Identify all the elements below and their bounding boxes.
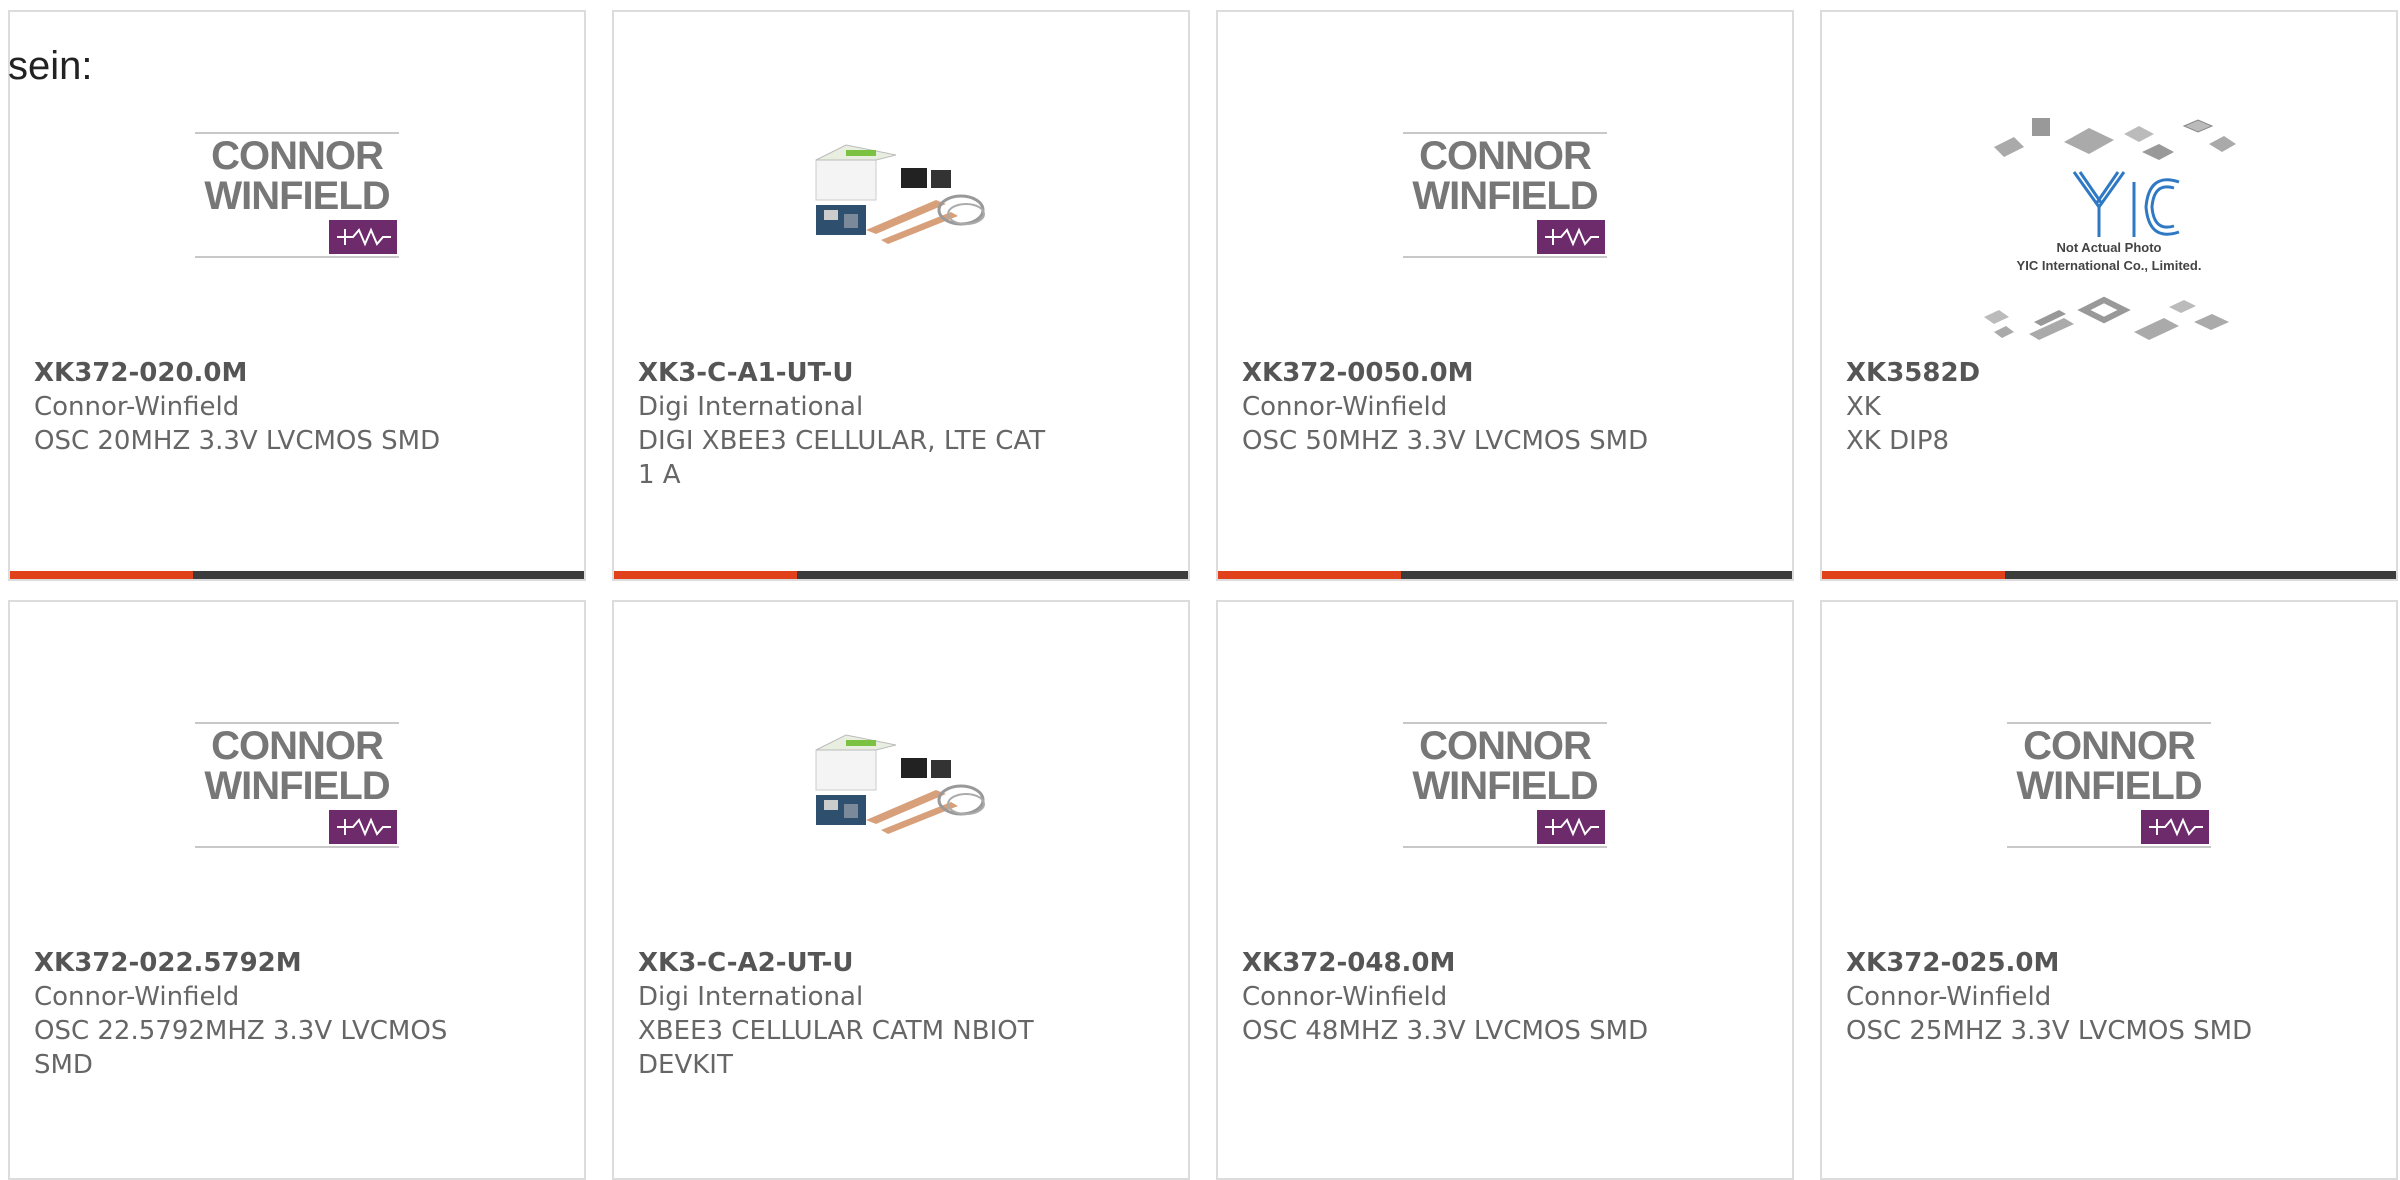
yic-placeholder-image: Not Actual Photo YIC International Co., … [1984, 118, 2236, 340]
card-bottom-bar [10, 571, 584, 579]
xbee-kit-photo [815, 144, 985, 244]
card-bottom-bar [614, 571, 1188, 579]
product-image[interactable]: CONNOR WINFIELD [1218, 112, 1792, 352]
connor-winfield-logo: CONNOR WINFIELD [2007, 722, 2211, 848]
product-description: OSC 20MHZ 3.3V LVCMOS SMD [34, 426, 441, 456]
product-image[interactable] [614, 112, 1188, 352]
product-card[interactable]: CONNOR WINFIELD XK372-048.0M Connor-Winf… [1216, 600, 1794, 1180]
product-image[interactable]: CONNOR WINFIELD [1822, 702, 2396, 942]
product-card[interactable]: Not Actual Photo YIC International Co., … [1820, 10, 2398, 581]
yic-caption-line1: Not Actual Photo [2057, 240, 2162, 255]
product-description: OSC 48MHZ 3.3V LVCMOS SMD [1242, 1016, 1649, 1046]
part-number-link[interactable]: XK372-025.0M [1846, 946, 2266, 980]
part-number-link[interactable]: XK372-020.0M [34, 356, 454, 390]
part-number-link[interactable]: XK3-C-A2-UT-U [638, 946, 1058, 980]
product-card[interactable]: CONNOR WINFIELD XK372-025.0M Connor-Winf… [1820, 600, 2398, 1180]
section-heading: sein: [8, 44, 93, 88]
product-description: OSC 25MHZ 3.3V LVCMOS SMD [1846, 1016, 2253, 1046]
product-card[interactable]: CONNOR WINFIELD XK372-022.5792M Connor-W… [8, 600, 586, 1180]
product-description: XBEE3 CELLULAR CATM NBIOT DEVKIT [638, 1016, 1034, 1080]
manufacturer-name: XK [1846, 392, 1881, 422]
product-description: OSC 22.5792MHZ 3.3V LVCMOS SMD [34, 1016, 448, 1080]
manufacturer-name: Connor-Winfield [1242, 982, 1448, 1012]
connor-winfield-logo: CONNOR WINFIELD [1403, 132, 1607, 258]
part-number-link[interactable]: XK3582D [1846, 356, 2266, 390]
connor-winfield-logo: CONNOR WINFIELD [195, 722, 399, 848]
part-number-link[interactable]: XK372-0050.0M [1242, 356, 1662, 390]
product-image[interactable]: CONNOR WINFIELD [10, 112, 584, 352]
card-bottom-bar [1822, 571, 2396, 579]
manufacturer-name: Digi International [638, 982, 864, 1012]
part-number-link[interactable]: XK372-022.5792M [34, 946, 454, 980]
manufacturer-name: Connor-Winfield [1846, 982, 2052, 1012]
xbee-kit-photo [815, 734, 985, 834]
product-card[interactable]: CONNOR WINFIELD XK372-020.0M Connor-Winf… [8, 10, 586, 581]
card-bottom-bar [1218, 571, 1792, 579]
connor-winfield-logo: CONNOR WINFIELD [195, 132, 399, 258]
connor-winfield-logo: CONNOR WINFIELD [1403, 722, 1607, 848]
product-image[interactable]: CONNOR WINFIELD [10, 702, 584, 942]
yic-caption-line2: YIC International Co., Limited. [2017, 258, 2202, 273]
manufacturer-name: Connor-Winfield [34, 982, 240, 1012]
part-number-link[interactable]: XK3-C-A1-UT-U [638, 356, 1058, 390]
product-card[interactable]: XK3-C-A2-UT-U Digi International XBEE3 C… [612, 600, 1190, 1180]
product-description: XK DIP8 [1846, 426, 1950, 456]
product-description: DIGI XBEE3 CELLULAR, LTE CAT 1 A [638, 426, 1046, 490]
manufacturer-name: Connor-Winfield [34, 392, 240, 422]
part-number-link[interactable]: XK372-048.0M [1242, 946, 1662, 980]
product-card[interactable]: CONNOR WINFIELD XK372-0050.0M Connor-Win… [1216, 10, 1794, 581]
product-card[interactable]: XK3-C-A1-UT-U Digi International DIGI XB… [612, 10, 1190, 581]
manufacturer-name: Connor-Winfield [1242, 392, 1448, 422]
manufacturer-name: Digi International [638, 392, 864, 422]
product-image[interactable]: CONNOR WINFIELD [1218, 702, 1792, 942]
product-image[interactable]: Not Actual Photo YIC International Co., … [1822, 112, 2396, 352]
product-description: OSC 50MHZ 3.3V LVCMOS SMD [1242, 426, 1649, 456]
product-image[interactable] [614, 702, 1188, 942]
